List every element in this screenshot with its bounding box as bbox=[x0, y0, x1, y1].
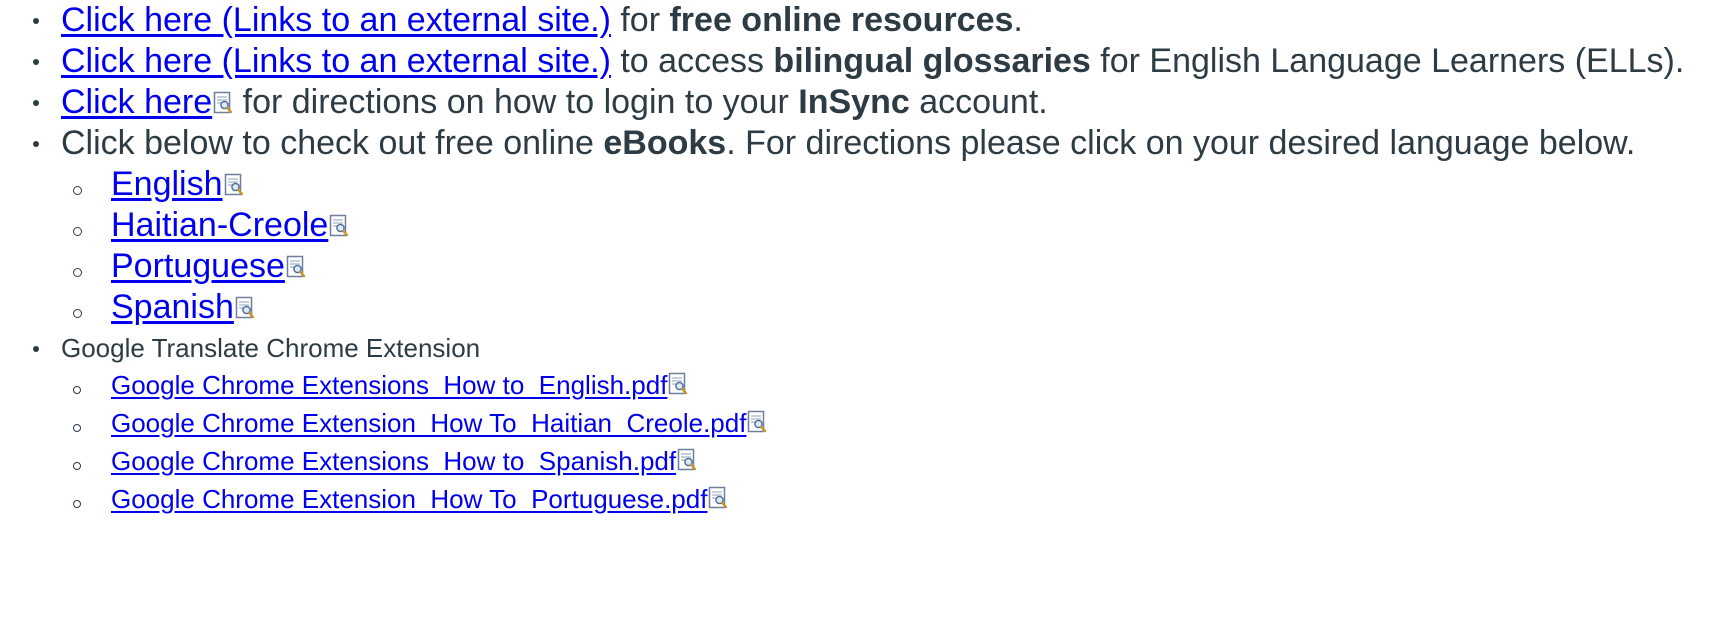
item-bold-text: InSync bbox=[798, 83, 910, 121]
sublist-item-pdf: Google Chrome Extensions_How to_English.… bbox=[61, 366, 1728, 404]
document-preview-icon[interactable] bbox=[747, 410, 767, 434]
document-preview-icon[interactable] bbox=[677, 448, 697, 472]
sublist-item-portuguese: Portuguese bbox=[61, 246, 1728, 287]
item-bold-text: bilingual glossaries bbox=[773, 42, 1091, 80]
item-text: . For directions please click on your de… bbox=[726, 124, 1636, 162]
resource-list: Click here (Links to an external site.) … bbox=[0, 0, 1728, 518]
document-preview-icon[interactable] bbox=[329, 214, 349, 238]
item-bold-text: eBooks bbox=[603, 124, 727, 162]
item-bold-text: free online resources bbox=[669, 1, 1014, 39]
sublist-item-spanish: Spanish bbox=[61, 287, 1728, 328]
item-text: to access bbox=[610, 42, 774, 80]
pdf-link-spanish[interactable]: Google Chrome Extensions_How to_Spanish.… bbox=[111, 446, 676, 476]
bilingual-glossaries-link[interactable]: Click here (Links to an external site.) bbox=[61, 42, 611, 80]
item-text: Google Translate Chrome Extension bbox=[61, 333, 481, 363]
document-preview-icon[interactable] bbox=[224, 173, 244, 197]
spanish-ebook-link[interactable]: Spanish bbox=[111, 288, 234, 326]
document-preview-icon[interactable] bbox=[668, 372, 688, 396]
document-preview-icon[interactable] bbox=[708, 486, 728, 510]
document-preview-icon[interactable] bbox=[235, 296, 255, 320]
list-item-insync-login: Click here for directions on how to logi… bbox=[0, 82, 1728, 123]
item-text: for English Language Learners (ELLs). bbox=[1090, 42, 1685, 80]
english-ebook-link[interactable]: English bbox=[111, 165, 223, 203]
portuguese-ebook-link[interactable]: Portuguese bbox=[111, 247, 285, 285]
ebooks-language-list: English Haitian-Creole Portuguese Spanis… bbox=[61, 164, 1728, 328]
item-text: for directions on how to login to your bbox=[233, 83, 799, 121]
free-online-resources-link[interactable]: Click here (Links to an external site.) bbox=[61, 1, 611, 39]
item-text: account. bbox=[909, 83, 1048, 121]
pdf-link-haitian-creole[interactable]: Google Chrome Extension_How To_Haitian_C… bbox=[111, 408, 746, 438]
sublist-item-english: English bbox=[61, 164, 1728, 205]
item-text: Click below to check out free online bbox=[61, 124, 604, 162]
haitian-creole-ebook-link[interactable]: Haitian-Creole bbox=[111, 206, 328, 244]
item-text: . bbox=[1013, 1, 1023, 39]
sublist-item-pdf: Google Chrome Extension_How To_Haitian_C… bbox=[61, 404, 1728, 442]
sublist-item-haitian-creole: Haitian-Creole bbox=[61, 205, 1728, 246]
list-item-ebooks: Click below to check out free online eBo… bbox=[0, 123, 1728, 328]
list-item-free-online-resources: Click here (Links to an external site.) … bbox=[0, 0, 1728, 41]
chrome-extension-pdf-list: Google Chrome Extensions_How to_English.… bbox=[61, 366, 1728, 518]
sublist-item-pdf: Google Chrome Extension_How To_Portugues… bbox=[61, 480, 1728, 518]
resource-list-page: Click here (Links to an external site.) … bbox=[0, 0, 1728, 623]
list-item-google-translate: Google Translate Chrome Extension Google… bbox=[0, 330, 1728, 518]
item-text: for bbox=[610, 1, 670, 39]
document-preview-icon[interactable] bbox=[213, 91, 233, 115]
sublist-item-pdf: Google Chrome Extensions_How to_Spanish.… bbox=[61, 442, 1728, 480]
list-item-bilingual-glossaries: Click here (Links to an external site.) … bbox=[0, 41, 1728, 82]
document-preview-icon[interactable] bbox=[286, 255, 306, 279]
pdf-link-english[interactable]: Google Chrome Extensions_How to_English.… bbox=[111, 370, 667, 400]
insync-directions-link[interactable]: Click here bbox=[61, 83, 212, 121]
pdf-link-portuguese[interactable]: Google Chrome Extension_How To_Portugues… bbox=[111, 484, 707, 514]
